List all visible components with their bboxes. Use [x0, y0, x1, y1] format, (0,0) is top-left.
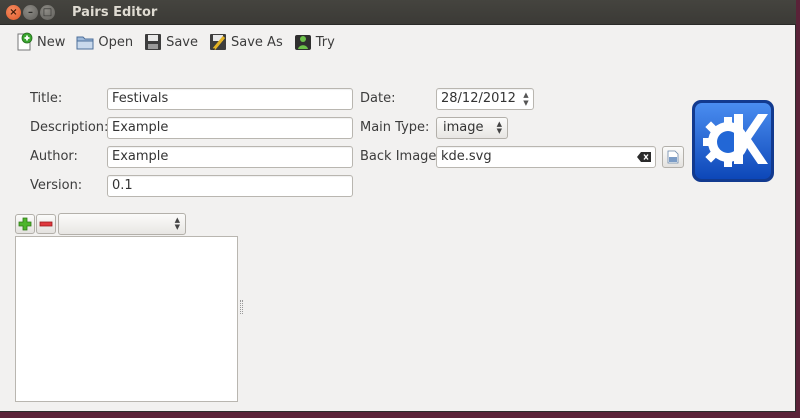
file-browse-icon — [667, 150, 679, 164]
try-label: Try — [315, 34, 335, 50]
date-label: Date: — [360, 91, 396, 106]
spin-down-icon: ▼ — [523, 99, 529, 107]
date-value: 28/12/2012 — [441, 91, 516, 106]
version-field[interactable]: 0.1 — [107, 175, 353, 197]
new-label: New — [37, 34, 66, 50]
author-label: Author: — [30, 149, 78, 164]
title-bar: × – □ Pairs Editor — [0, 0, 796, 25]
save-as-icon — [210, 34, 227, 50]
open-button[interactable]: Open — [71, 28, 137, 56]
back-image-field[interactable]: kde.svg — [436, 146, 656, 168]
new-icon — [17, 32, 33, 51]
main-type-label: Main Type: — [360, 120, 430, 135]
close-window-button[interactable]: × — [6, 5, 21, 20]
minimize-window-button[interactable]: – — [23, 5, 38, 20]
maximize-window-button[interactable]: □ — [40, 5, 55, 20]
main-type-value: image — [443, 120, 484, 135]
new-button[interactable]: New — [10, 28, 69, 56]
pairs-list[interactable] — [15, 236, 238, 402]
add-icon — [18, 217, 32, 231]
try-button[interactable]: Try — [289, 28, 339, 56]
remove-pair-button[interactable] — [36, 214, 56, 234]
date-spinner[interactable]: 28/12/2012 ▲ ▼ — [436, 88, 534, 110]
save-as-button[interactable]: Save As — [204, 28, 287, 56]
combo-arrow-icon: ▲ ▼ — [174, 216, 180, 231]
open-label: Open — [98, 34, 134, 50]
browse-image-button[interactable] — [662, 146, 684, 168]
back-image-label: Back Image: — [360, 149, 441, 164]
save-icon — [145, 34, 162, 50]
title-label: Title: — [30, 91, 63, 106]
save-label: Save — [166, 34, 199, 50]
open-icon — [76, 36, 94, 50]
add-pair-button[interactable] — [15, 214, 35, 234]
date-spin-arrows[interactable]: ▲ ▼ — [520, 90, 532, 108]
combo-arrow-icon: ▲ ▼ — [496, 120, 502, 135]
toolbar: New Open Save Save As Try — [0, 26, 796, 58]
pair-type-combo[interactable]: ▲ ▼ — [58, 213, 186, 235]
author-field[interactable]: Example — [107, 146, 353, 168]
title-field[interactable]: Festivals — [107, 88, 353, 110]
back-image-value: kde.svg — [441, 149, 492, 164]
main-type-combo[interactable]: image ▲ ▼ — [436, 117, 508, 139]
save-as-label: Save As — [231, 34, 283, 50]
description-field[interactable]: Example — [107, 117, 353, 139]
window-title: Pairs Editor — [72, 5, 158, 20]
spin-up-icon: ▲ — [523, 91, 529, 99]
clear-icon[interactable] — [637, 152, 651, 162]
version-label: Version: — [30, 178, 83, 193]
pairs-editor-window: × – □ Pairs Editor New Open Save Save As… — [0, 0, 796, 412]
save-button[interactable]: Save — [139, 28, 202, 56]
remove-icon — [39, 221, 53, 227]
try-icon — [294, 35, 311, 50]
kde-logo — [692, 100, 774, 182]
splitter-handle[interactable] — [240, 300, 243, 314]
description-label: Description: — [30, 120, 109, 135]
